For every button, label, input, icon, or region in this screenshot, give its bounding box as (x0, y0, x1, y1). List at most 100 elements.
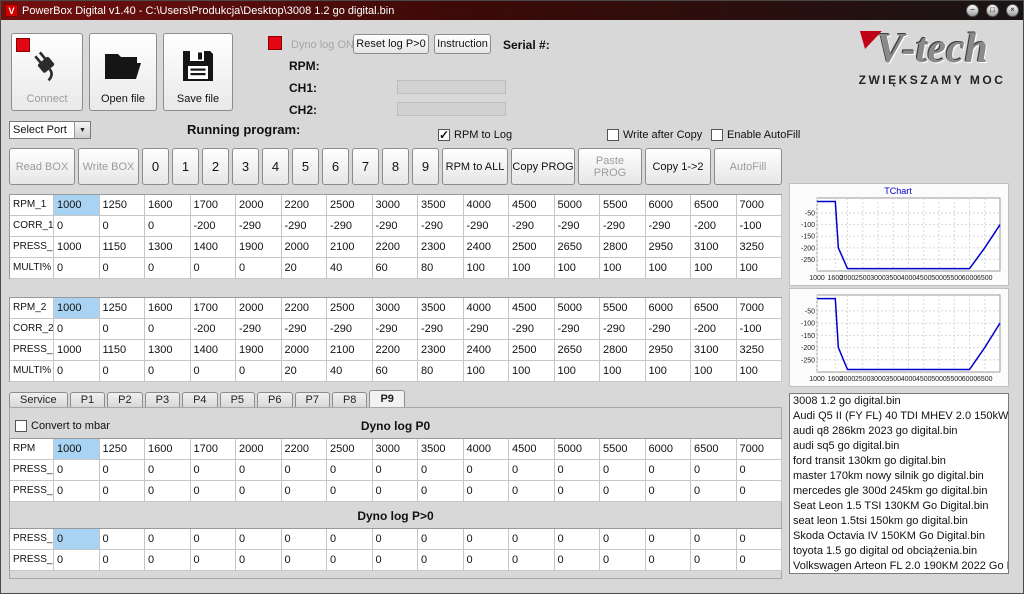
table1-cell[interactable]: 1600 (145, 195, 191, 216)
table2-cell[interactable]: -290 (645, 319, 691, 340)
table1-cell[interactable]: 4500 (509, 195, 555, 216)
dyno_p0-cell[interactable]: 0 (281, 481, 327, 502)
prog-number-button-1[interactable]: 1 (172, 148, 199, 185)
table1-cell[interactable]: 7000 (736, 195, 782, 216)
table2-cell[interactable]: 100 (645, 361, 691, 382)
table1-cell[interactable]: 2400 (463, 237, 509, 258)
dyno_p0-cell[interactable]: 0 (236, 481, 282, 502)
enable-autofill-checkbox[interactable]: Enable AutoFill (711, 129, 800, 141)
dyno_pgt0-cell[interactable]: 0 (600, 550, 646, 571)
dyno_p0-cell[interactable]: 0 (145, 481, 191, 502)
table2-cell[interactable]: 100 (736, 361, 782, 382)
tab-p6[interactable]: P6 (257, 392, 293, 408)
dyno_pgt0-cell[interactable]: 0 (99, 529, 145, 550)
table1-cell[interactable]: -290 (281, 216, 327, 237)
table2-cell[interactable]: 3000 (372, 298, 418, 319)
table2-cell[interactable]: 3250 (736, 340, 782, 361)
table2-cell[interactable]: -290 (509, 319, 555, 340)
table1-cell[interactable]: 0 (145, 216, 191, 237)
table1-cell[interactable]: 0 (236, 258, 282, 279)
table1-cell[interactable]: 100 (691, 258, 737, 279)
table2-cell[interactable]: 100 (691, 361, 737, 382)
table1-cell[interactable]: 2500 (509, 237, 555, 258)
dyno_pgt0-cell[interactable]: 0 (736, 529, 782, 550)
dyno_p0-cell[interactable]: 0 (645, 481, 691, 502)
table2-cell[interactable]: -200 (691, 319, 737, 340)
table1-cell[interactable]: 2000 (236, 195, 282, 216)
table2-cell[interactable]: 3500 (418, 298, 464, 319)
dyno_p0-cell[interactable]: 0 (190, 481, 236, 502)
table1-cell[interactable]: 20 (281, 258, 327, 279)
read-box-button[interactable]: Read BOX (9, 148, 75, 185)
dyno_p0-cell[interactable]: 4500 (509, 439, 555, 460)
dyno_p0-cell[interactable]: 0 (54, 481, 100, 502)
rpm-to-all-button[interactable]: RPM to ALL (442, 148, 508, 185)
dyno_pgt0-cell[interactable]: 0 (372, 550, 418, 571)
tab-p1[interactable]: P1 (69, 392, 106, 408)
table1-cell[interactable]: 2000 (281, 237, 327, 258)
dyno_p0-cell[interactable]: 0 (736, 460, 782, 481)
table2-cell[interactable]: 3100 (691, 340, 737, 361)
dyno_pgt0-cell[interactable]: 0 (372, 529, 418, 550)
table2-cell[interactable]: 6000 (645, 298, 691, 319)
dyno_p0-cell[interactable]: 1600 (145, 439, 191, 460)
dyno_p0-cell[interactable]: 0 (281, 460, 327, 481)
dyno_p0-cell[interactable]: 6500 (691, 439, 737, 460)
table1-cell[interactable]: 100 (645, 258, 691, 279)
minimize-button[interactable]: − (966, 4, 979, 17)
table1-cell[interactable]: -200 (691, 216, 737, 237)
table2-cell[interactable]: -290 (327, 319, 373, 340)
table1-cell[interactable]: 1700 (190, 195, 236, 216)
dyno_pgt0-cell[interactable]: 0 (327, 529, 373, 550)
dyno_p0-cell[interactable]: 0 (691, 460, 737, 481)
dyno_p0-cell[interactable]: 0 (600, 481, 646, 502)
table1-cell[interactable]: 0 (54, 258, 100, 279)
dyno_p0-cell[interactable]: 4000 (463, 439, 509, 460)
prog-number-button-7[interactable]: 7 (352, 148, 379, 185)
table2-cell[interactable]: 0 (236, 361, 282, 382)
file-item[interactable]: toyota 1.5 go digital od obciążenia.bin (790, 544, 1008, 559)
dyno_p0-cell[interactable]: 3500 (418, 439, 464, 460)
dyno_p0-cell[interactable]: 2500 (327, 439, 373, 460)
autofill-button[interactable]: AutoFill (714, 148, 782, 185)
dyno_p0-cell[interactable]: 0 (418, 460, 464, 481)
dyno_pgt0-cell[interactable]: 0 (463, 529, 509, 550)
tab-p8[interactable]: P8 (331, 392, 368, 408)
dyno_p0-cell[interactable]: 0 (418, 481, 464, 502)
table1-cell[interactable]: 1250 (99, 195, 145, 216)
dyno_p0-cell[interactable]: 0 (509, 481, 555, 502)
close-button[interactable]: × (1006, 4, 1019, 17)
table1-cell[interactable]: 2300 (418, 237, 464, 258)
dyno_p0-cell[interactable]: 5500 (600, 439, 646, 460)
dyno_p0-cell[interactable]: 1250 (99, 439, 145, 460)
table2-cell[interactable]: -290 (236, 319, 282, 340)
table2-cell[interactable]: 1250 (99, 298, 145, 319)
dyno_p0-cell[interactable]: 0 (736, 481, 782, 502)
prog-number-button-0[interactable]: 0 (142, 148, 169, 185)
ch1-field[interactable] (397, 80, 506, 94)
reset-log-button[interactable]: Reset log P>0 (353, 34, 429, 54)
dyno_pgt0-cell[interactable]: 0 (645, 550, 691, 571)
table1-cell[interactable]: -290 (372, 216, 418, 237)
table1-cell[interactable]: 2100 (327, 237, 373, 258)
prog-number-button-8[interactable]: 8 (382, 148, 409, 185)
dyno_p0-cell[interactable]: 3000 (372, 439, 418, 460)
dyno_pgt0-cell[interactable]: 0 (190, 550, 236, 571)
table1-cell[interactable]: 2500 (327, 195, 373, 216)
dyno_p0-cell[interactable]: 0 (372, 481, 418, 502)
open-file-button[interactable]: Open file (89, 33, 157, 111)
table1-cell[interactable]: 0 (99, 216, 145, 237)
table2-cell[interactable]: 2950 (645, 340, 691, 361)
table1-cell[interactable]: 40 (327, 258, 373, 279)
table2-cell[interactable]: 100 (463, 361, 509, 382)
table2-cell[interactable]: 0 (99, 361, 145, 382)
write-after-copy-checkbox[interactable]: Write after Copy (607, 129, 702, 141)
dyno_p0-cell[interactable]: 0 (145, 460, 191, 481)
dyno_pgt0-cell[interactable]: 0 (54, 529, 100, 550)
table2-cell[interactable]: 2650 (554, 340, 600, 361)
table2-cell[interactable]: 6500 (691, 298, 737, 319)
dyno_p0-cell[interactable]: 5000 (554, 439, 600, 460)
table1-cell[interactable]: 5000 (554, 195, 600, 216)
write-box-button[interactable]: Write BOX (78, 148, 139, 185)
dyno_p0-cell[interactable]: 0 (327, 460, 373, 481)
